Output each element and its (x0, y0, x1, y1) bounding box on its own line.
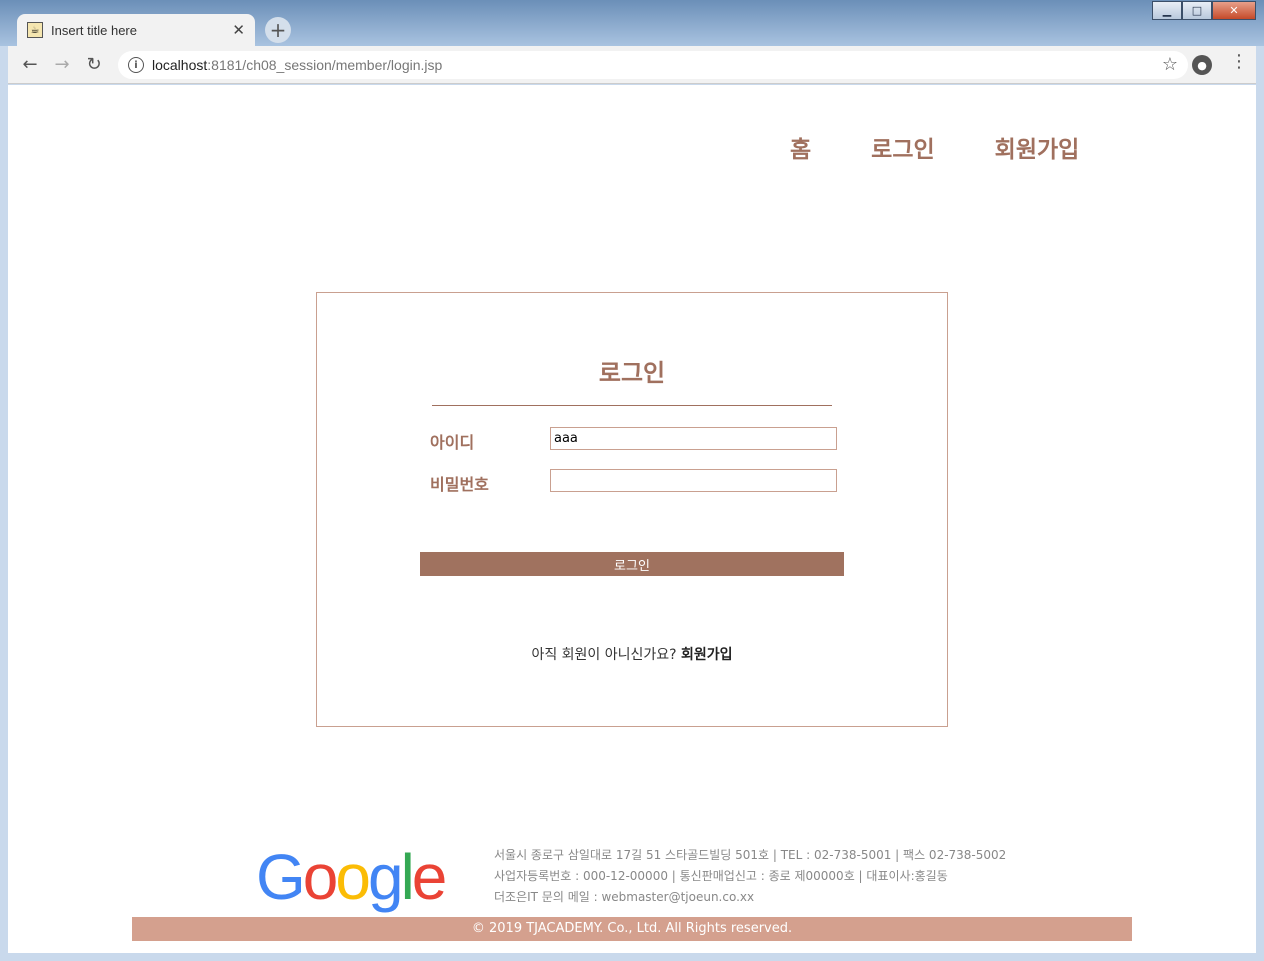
page-viewport: 홈 로그인 회원가입 로그인 아이디 비밀번호 로그인 아직 회원이 아니신가요… (8, 85, 1256, 953)
tab-title: Insert title here (51, 22, 137, 38)
join-prompt-line: 아직 회원이 아니신가요? 회원가입 (317, 644, 947, 664)
footer-info: 서울시 종로구 삼일대로 17길 51 스타골드빌딩 501호 | TEL : … (494, 845, 1006, 908)
footer-business: 사업자등록번호 : 000-12-00000 | 통신판매업신고 : 종로 제0… (494, 869, 948, 883)
copyright-bar: © 2019 TJACADEMY. Co., Ltd. All Rights r… (132, 917, 1132, 941)
minimize-button[interactable]: ▁ (1152, 1, 1182, 20)
menu-dots-icon[interactable]: ⋮ (1230, 51, 1248, 72)
close-tab-icon[interactable]: ✕ (232, 21, 245, 39)
id-label: 아이디 (430, 433, 475, 452)
window-titlebar: ▁ □ ✕ ☕ Insert title here ✕ + (0, 0, 1264, 46)
browser-tab[interactable]: ☕ Insert title here ✕ (17, 14, 255, 46)
account-icon[interactable]: ● (1192, 55, 1212, 75)
login-title: 로그인 (598, 359, 666, 387)
google-logo: Google (256, 841, 447, 913)
join-prompt: 아직 회원이 아니신가요? (531, 647, 677, 663)
password-input[interactable] (550, 469, 837, 492)
close-window-button[interactable]: ✕ (1212, 1, 1256, 20)
reload-icon[interactable]: ↻ (78, 49, 110, 81)
footer-address: 서울시 종로구 삼일대로 17길 51 스타골드빌딩 501호 | TEL : … (494, 848, 1007, 862)
new-tab-button[interactable]: + (265, 17, 291, 43)
browser-toolbar: ← → ↻ i localhost:8181/ch08_session/memb… (8, 46, 1256, 84)
window-frame-right (1256, 46, 1264, 961)
bookmark-star-icon[interactable]: ☆ (1162, 54, 1178, 75)
window-controls: ▁ □ ✕ (1152, 1, 1256, 20)
footer-contact: 더조은IT 문의 메일 : webmaster@tjoeun.co.xx (494, 890, 755, 904)
nav-join[interactable]: 회원가입 (995, 130, 1080, 164)
favicon-icon: ☕ (27, 22, 43, 38)
url-path: :8181/ch08_session/member/login.jsp (207, 57, 443, 73)
window-frame-left (0, 46, 8, 961)
login-form: 로그인 아이디 비밀번호 로그인 아직 회원이 아니신가요? 회원가입 (316, 292, 948, 727)
maximize-button[interactable]: □ (1182, 1, 1212, 20)
address-bar[interactable]: i localhost:8181/ch08_session/member/log… (118, 51, 1188, 79)
url-host: localhost (152, 57, 208, 73)
nav-login[interactable]: 로그인 (871, 130, 934, 164)
title-divider (432, 405, 832, 406)
nav-home[interactable]: 홈 (790, 130, 811, 164)
id-input[interactable] (550, 427, 837, 450)
join-link[interactable]: 회원가입 (681, 647, 733, 663)
back-icon[interactable]: ← (14, 49, 46, 81)
login-button[interactable]: 로그인 (420, 552, 844, 576)
forward-icon[interactable]: → (46, 49, 78, 81)
password-label: 비밀번호 (430, 475, 489, 494)
window-frame-bottom (0, 953, 1264, 961)
site-info-icon[interactable]: i (128, 57, 144, 73)
site-nav: 홈 로그인 회원가입 (790, 130, 1139, 164)
